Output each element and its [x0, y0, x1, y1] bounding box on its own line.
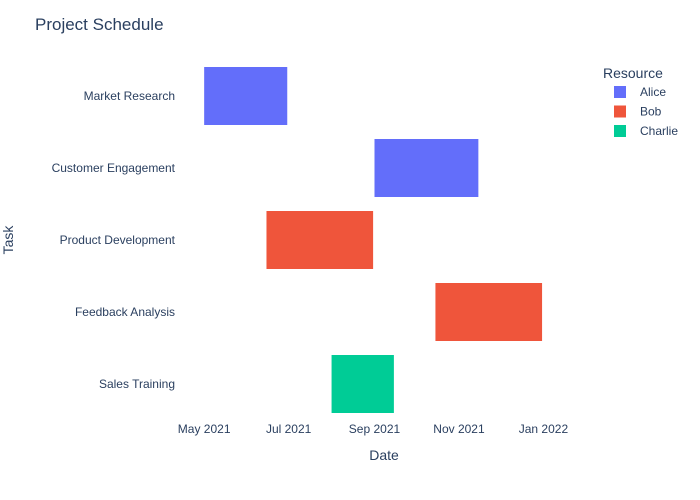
y-tick-label: Sales Training — [99, 377, 175, 391]
chart-title: Project Schedule — [35, 15, 164, 34]
x-axis-title: Date — [369, 447, 399, 463]
gantt-bar — [435, 283, 543, 341]
x-tick-label: Nov 2021 — [433, 422, 485, 436]
legend-title: Resource — [603, 65, 663, 81]
gantt-bar — [204, 67, 288, 125]
legend-swatch — [614, 86, 626, 98]
legend-label: Bob — [640, 105, 662, 119]
legend-label: Charlie — [640, 124, 678, 138]
bars — [204, 67, 543, 413]
x-tick-label: Jul 2021 — [266, 422, 312, 436]
legend: Resource Alice Bob Charlie — [603, 65, 678, 138]
y-tick-label: Product Development — [60, 233, 176, 247]
x-tick-label: Jan 2022 — [519, 422, 569, 436]
legend-swatch — [614, 105, 626, 118]
x-tick-label: May 2021 — [178, 422, 231, 436]
x-axis-ticks: May 2021 Jul 2021 Sep 2021 Nov 2021 Jan 2022 — [178, 422, 569, 436]
y-axis-ticks: Market Research Customer Engagement Produc… — [52, 89, 176, 391]
y-tick-label: Feedback Analysis — [75, 305, 175, 319]
y-axis-title: Task — [0, 225, 16, 255]
legend-label: Alice — [640, 85, 666, 99]
y-tick-label: Customer Engagement — [52, 161, 176, 175]
gantt-chart: Project Schedule Market Research Customer… — [0, 15, 678, 463]
gantt-bar — [266, 211, 374, 269]
gantt-bar — [374, 139, 479, 197]
y-tick-label: Market Research — [84, 89, 175, 103]
x-tick-label: Sep 2021 — [349, 422, 401, 436]
legend-swatch — [614, 125, 626, 137]
gantt-bar — [331, 355, 394, 413]
